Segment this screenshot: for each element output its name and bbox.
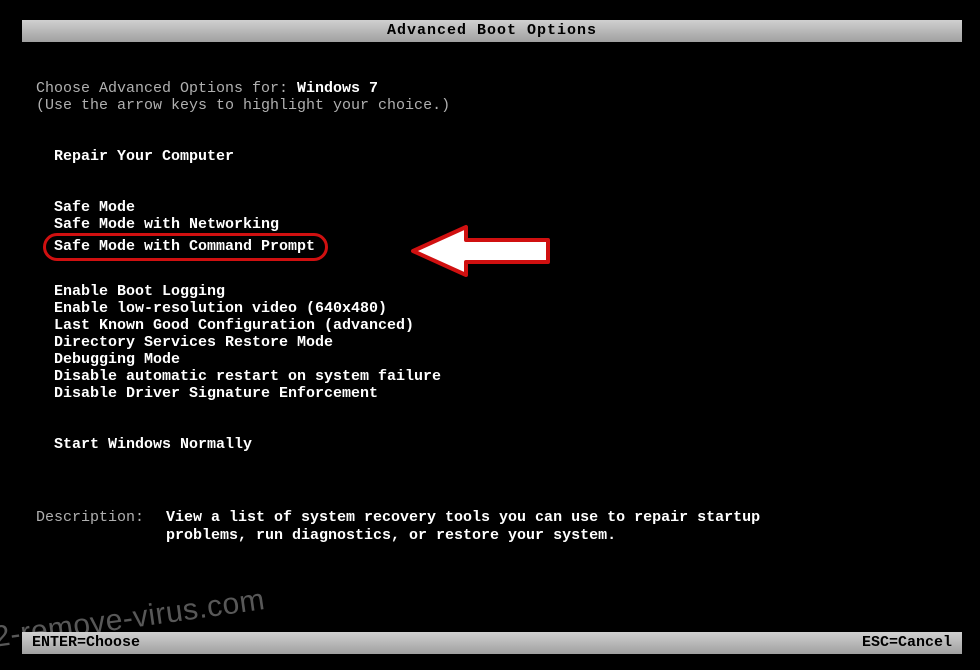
choose-prefix: Choose Advanced Options for: [36, 80, 297, 97]
option-last-known-good[interactable]: Last Known Good Configuration (advanced) [54, 317, 944, 334]
description-label: Description: [36, 509, 166, 545]
option-safe-mode[interactable]: Safe Mode [54, 199, 944, 216]
footer-enter: ENTER=Choose [32, 632, 140, 654]
option-low-res[interactable]: Enable low-resolution video (640x480) [54, 300, 944, 317]
os-name: Windows 7 [297, 80, 378, 97]
highlighted-row: Safe Mode with Command Prompt [54, 233, 944, 261]
footer-bar: ENTER=Choose ESC=Cancel [22, 632, 962, 654]
option-disable-restart[interactable]: Disable automatic restart on system fail… [54, 368, 944, 385]
instruction-line: (Use the arrow keys to highlight your ch… [36, 97, 944, 114]
description-text: View a list of system recovery tools you… [166, 509, 766, 545]
main-content: Choose Advanced Options for: Windows 7 (… [0, 80, 980, 545]
option-boot-logging[interactable]: Enable Boot Logging [54, 283, 944, 300]
option-repair[interactable]: Repair Your Computer [54, 148, 944, 165]
pointer-arrow-icon [408, 223, 558, 279]
repair-group: Repair Your Computer [54, 148, 944, 165]
choose-line: Choose Advanced Options for: Windows 7 [36, 80, 944, 97]
normal-group: Start Windows Normally [54, 436, 944, 453]
option-safe-mode-cmd[interactable]: Safe Mode with Command Prompt [43, 233, 328, 261]
description-block: Description: View a list of system recov… [36, 509, 944, 545]
title-bar: Advanced Boot Options [22, 20, 962, 42]
option-disable-driver-sig[interactable]: Disable Driver Signature Enforcement [54, 385, 944, 402]
option-ds-restore[interactable]: Directory Services Restore Mode [54, 334, 944, 351]
advanced-group: Enable Boot Logging Enable low-resolutio… [54, 283, 944, 402]
option-debugging[interactable]: Debugging Mode [54, 351, 944, 368]
option-start-normally[interactable]: Start Windows Normally [54, 436, 944, 453]
safe-mode-group: Safe Mode Safe Mode with Networking Safe… [54, 199, 944, 261]
footer-esc: ESC=Cancel [862, 632, 952, 654]
